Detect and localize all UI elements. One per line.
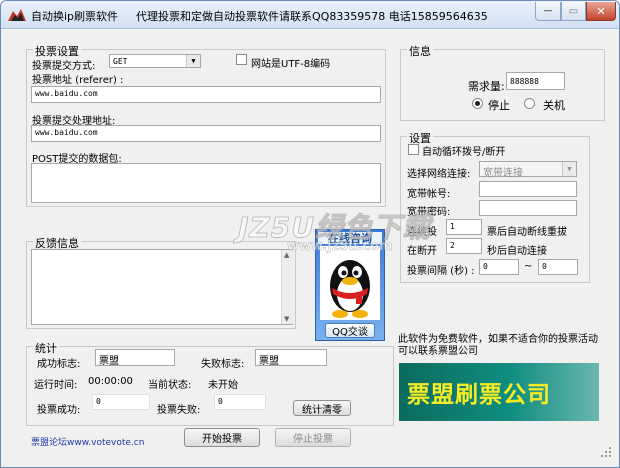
reconnect-suffix: 秒后自动连接 bbox=[487, 246, 547, 257]
start-vote-button[interactable]: 开始投票 bbox=[184, 428, 260, 447]
account-label: 宽带帐号: bbox=[407, 189, 451, 200]
referer-label: 投票地址 (referer) : bbox=[32, 75, 124, 86]
method-label: 投票提交方式: bbox=[32, 61, 96, 72]
network-label: 选择网络连接: bbox=[407, 169, 471, 180]
forum-link[interactable]: 票盟论坛www.votevote.cn bbox=[31, 435, 144, 448]
minimize-icon: — bbox=[543, 6, 553, 16]
method-select[interactable]: GET ▼ bbox=[109, 54, 201, 68]
account-input[interactable] bbox=[479, 181, 577, 197]
interval-max-input[interactable]: 0 bbox=[538, 259, 578, 275]
company-banner[interactable]: 票盟刷票公司 bbox=[399, 363, 599, 421]
reconnect-input[interactable]: 2 bbox=[446, 238, 482, 254]
fail-flag-label: 失败标志: bbox=[201, 359, 245, 370]
qq-penguin-icon bbox=[320, 246, 380, 320]
feedback-scrollbar[interactable]: ▲ ▼ bbox=[281, 250, 293, 324]
close-button[interactable]: ✕ bbox=[586, 2, 616, 21]
free-software-notice: 此软件为免费软件，如果不适合你的投票活动可以联系票盟公司 bbox=[398, 334, 598, 357]
interval-min-input[interactable]: 0 bbox=[479, 259, 519, 275]
clear-stats-button[interactable]: 统计清零 bbox=[293, 400, 351, 416]
chevron-down-icon: ▼ bbox=[186, 55, 200, 67]
window-title: 自动换ip刷票软件 bbox=[31, 10, 119, 23]
vote-fail-label: 投票失败: bbox=[157, 405, 201, 416]
close-icon: ✕ bbox=[596, 4, 606, 18]
submit-url-input[interactable]: www.baidu.com bbox=[31, 125, 381, 142]
status-value: 未开始 bbox=[208, 380, 238, 391]
info-legend: 信息 bbox=[407, 43, 433, 59]
demand-label: 需求量: bbox=[468, 80, 505, 93]
maximize-button[interactable]: ▭ bbox=[561, 2, 586, 21]
password-input[interactable] bbox=[479, 200, 577, 216]
success-flag-label: 成功标志: bbox=[37, 359, 81, 370]
resize-grip-icon[interactable] bbox=[599, 445, 613, 459]
referer-input[interactable]: www.baidu.com bbox=[31, 86, 381, 103]
shutdown-radio[interactable] bbox=[524, 98, 535, 109]
scroll-down-icon: ▼ bbox=[284, 315, 290, 323]
qq-chat-button[interactable]: QQ交谈 bbox=[325, 323, 375, 338]
feedback-textarea[interactable] bbox=[31, 249, 293, 325]
auto-dial-checkbox[interactable] bbox=[408, 144, 419, 155]
runtime-label: 运行时间: bbox=[34, 380, 78, 391]
vote-success-label: 投票成功: bbox=[37, 405, 81, 416]
consecutive-input[interactable]: 1 bbox=[446, 219, 482, 235]
demand-input[interactable]: 888888 bbox=[506, 72, 565, 90]
app-window: 自动换ip刷票软件 代理投票和定做自动投票软件请联系QQ83359578 电话1… bbox=[0, 0, 620, 468]
title-bar: 自动换ip刷票软件 代理投票和定做自动投票软件请联系QQ83359578 电话1… bbox=[1, 1, 619, 29]
interval-tilde: ~ bbox=[524, 261, 533, 272]
stop-radio[interactable] bbox=[472, 98, 483, 109]
maximize-icon: ▭ bbox=[568, 5, 579, 17]
minimize-button[interactable]: — bbox=[535, 2, 561, 21]
interval-label: 投票间隔 (秒) : bbox=[407, 266, 475, 277]
network-select[interactable]: 宽带连接 ▼ bbox=[479, 161, 577, 179]
method-value: GET bbox=[113, 57, 128, 66]
vote-success-input[interactable]: 0 bbox=[92, 394, 150, 410]
stop-vote-button[interactable]: 停止投票 bbox=[275, 428, 351, 447]
fail-flag-input[interactable]: 票盟 bbox=[255, 349, 327, 366]
vote-fail-input[interactable]: 0 bbox=[214, 394, 266, 410]
post-data-textarea[interactable] bbox=[31, 163, 381, 203]
network-value: 宽带连接 bbox=[483, 168, 523, 179]
title-ad-text: 代理投票和定做自动投票软件请联系QQ83359578 电话15859564635 bbox=[136, 10, 488, 23]
consecutive-suffix: 票后自动断线重拔 bbox=[487, 227, 567, 238]
utf8-checkbox[interactable] bbox=[236, 54, 247, 65]
utf8-label: 网站是UTF-8编码 bbox=[251, 59, 331, 70]
status-label: 当前状态: bbox=[148, 380, 192, 391]
runtime-value: 00:00:00 bbox=[88, 376, 133, 387]
banner-text: 票盟刷票公司 bbox=[407, 381, 551, 408]
shutdown-label: 关机 bbox=[543, 99, 565, 112]
stats-legend: 统计 bbox=[33, 340, 59, 356]
app-logo-icon bbox=[8, 9, 26, 21]
chevron-down-icon: ▼ bbox=[562, 162, 576, 176]
auto-dial-label: 自动循环拨号/断开 bbox=[422, 147, 506, 158]
success-flag-input[interactable]: 票盟 bbox=[95, 349, 175, 366]
stop-label: 停止 bbox=[488, 99, 510, 112]
watermark-url: www.jz5u.com bbox=[287, 239, 393, 255]
